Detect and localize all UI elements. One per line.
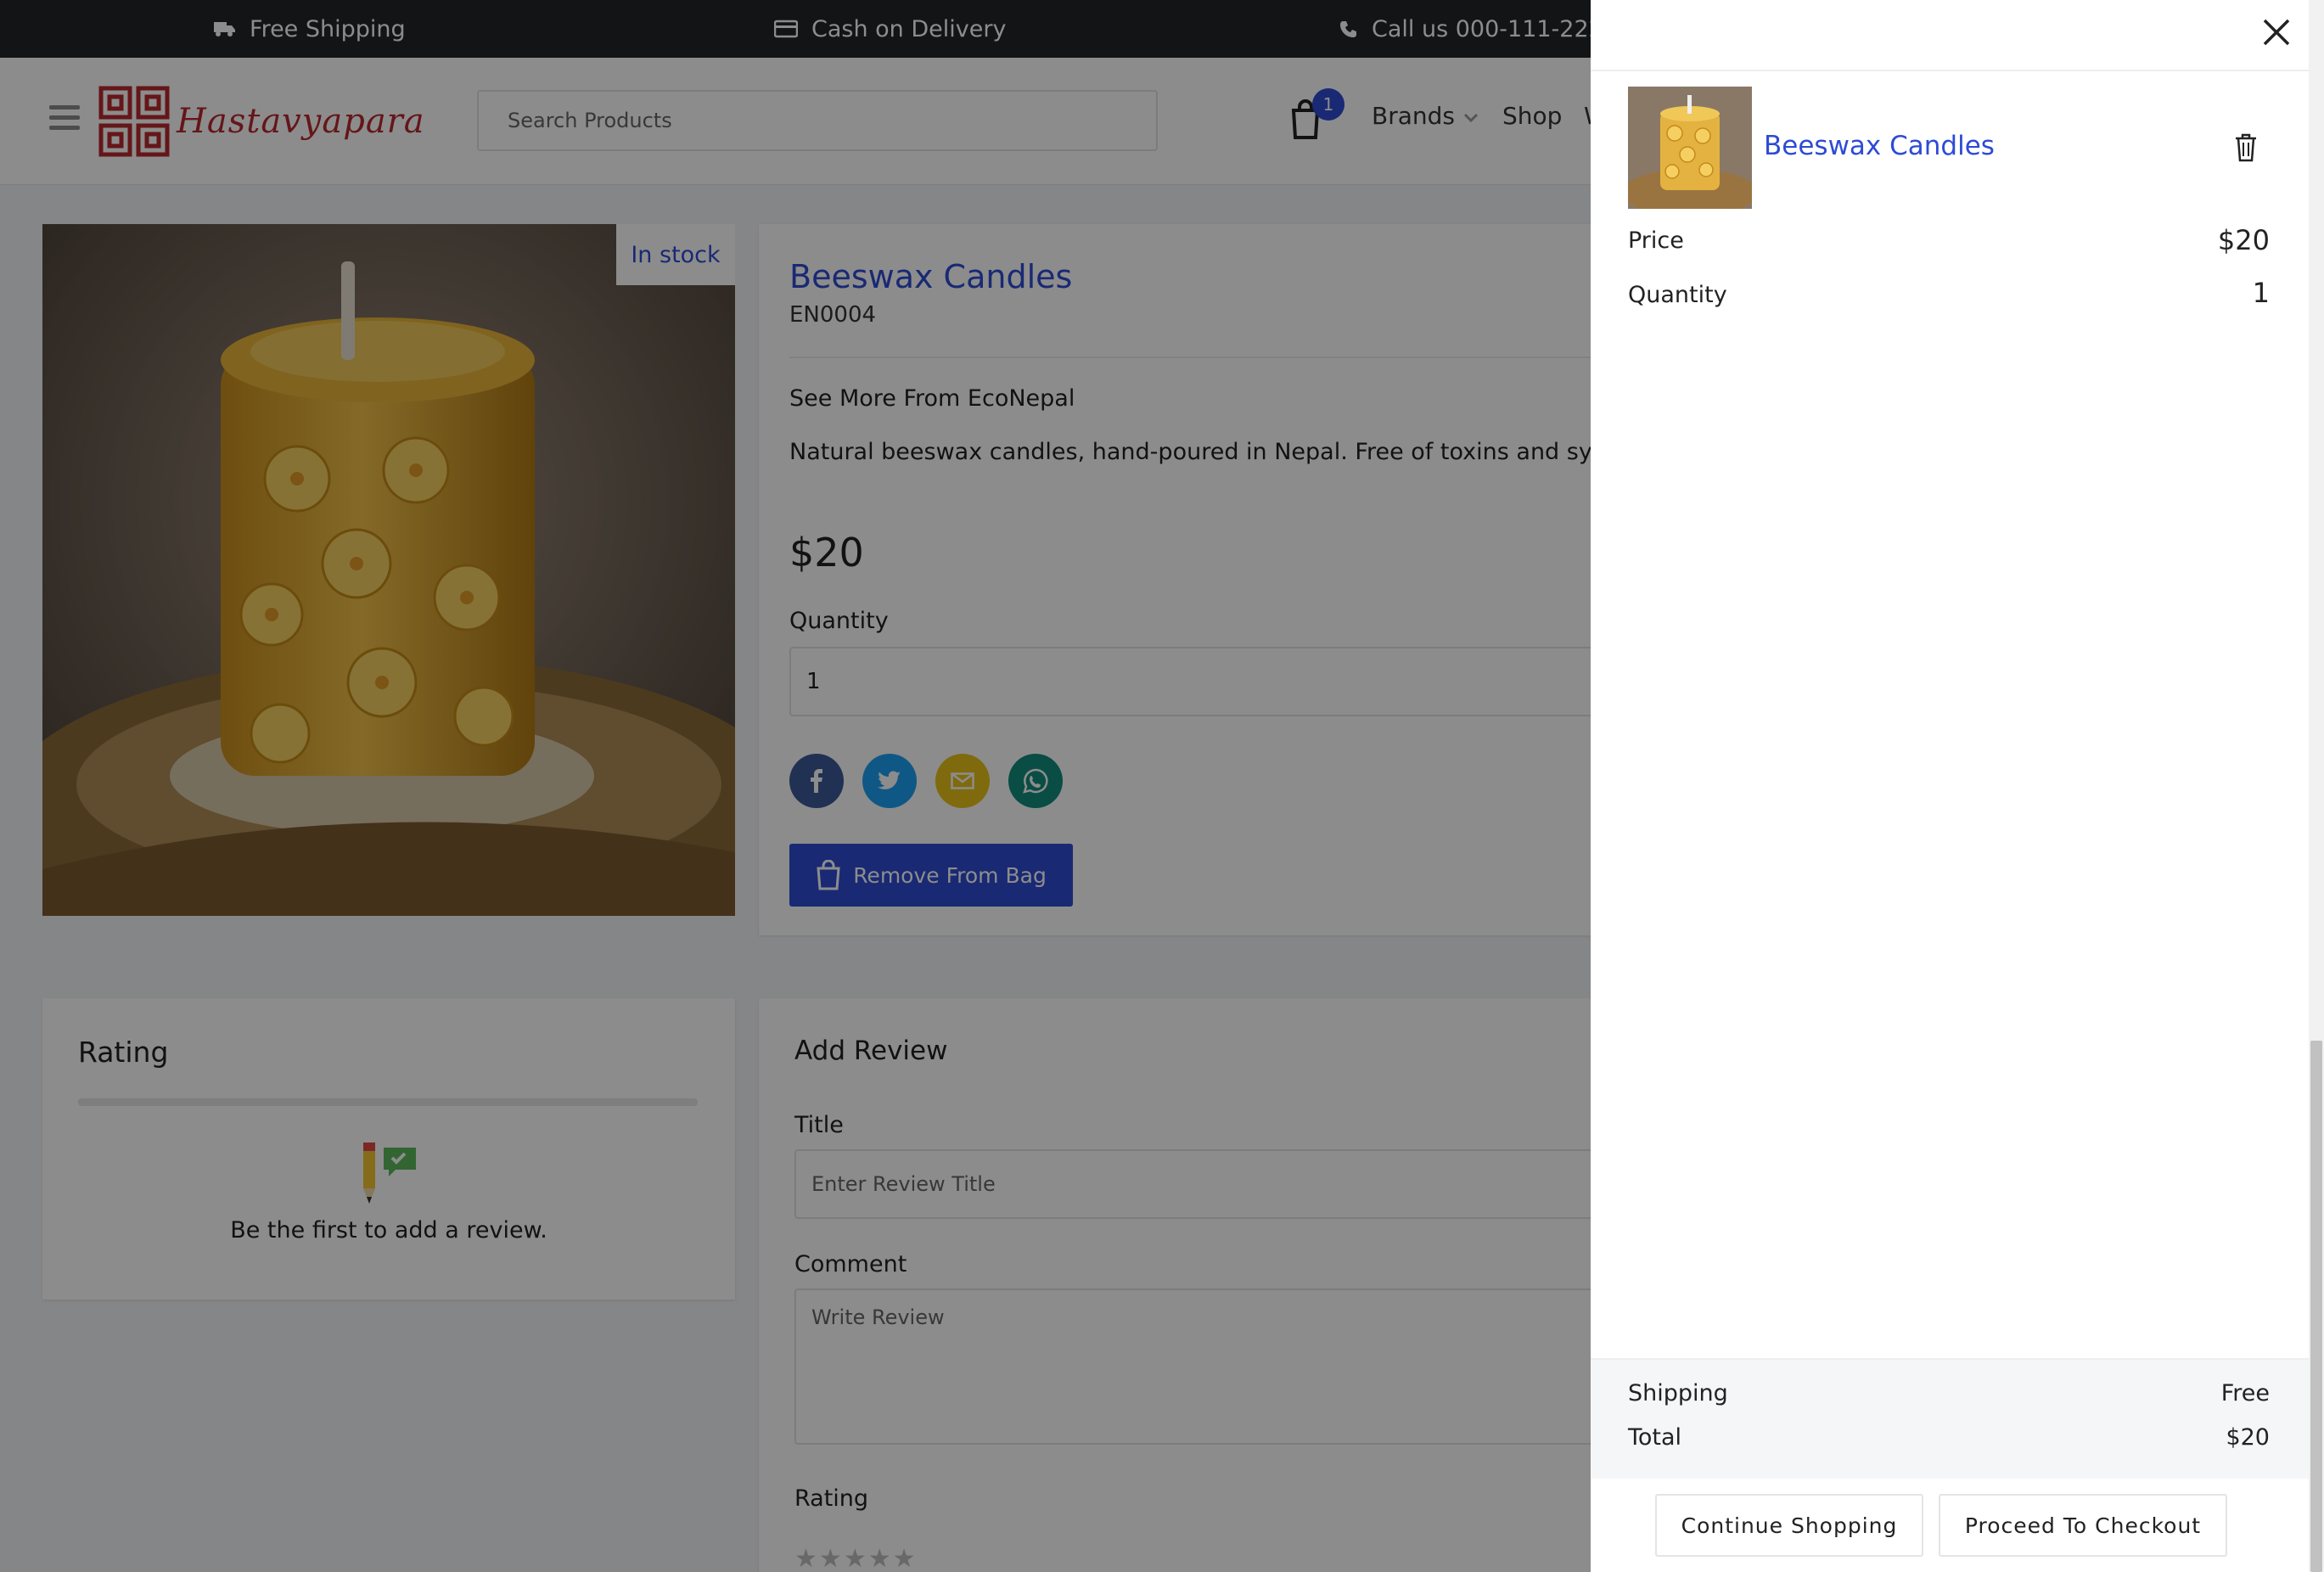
total-label: Total [1628,1424,1682,1451]
cart-drawer [1591,0,2309,1572]
cart-item-thumbnail[interactable] [1628,87,1752,209]
cart-item-name[interactable]: Beeswax Candles [1764,131,1995,161]
scrollbar-thumb[interactable] [2310,1041,2322,1572]
shipping-value: Free [2220,1380,2270,1406]
total-value: $20 [2226,1424,2270,1451]
close-icon[interactable] [2259,15,2293,49]
cart-price-label: Price [1628,227,1684,254]
cart-summary: Shipping Free Total $20 [1591,1358,2309,1479]
drawer-divider [1591,70,2309,71]
continue-shopping-button[interactable]: Continue Shopping [1655,1494,1923,1557]
cart-price-value: $20 [2217,224,2270,256]
candle-thumbnail [1628,87,1752,209]
proceed-to-checkout-button[interactable]: Proceed To Checkout [1939,1494,2227,1557]
modal-backdrop[interactable] [0,0,1591,1572]
cart-quantity-label: Quantity [1628,282,1727,308]
trash-icon[interactable] [2234,132,2258,163]
shipping-label: Shipping [1628,1380,1728,1406]
cart-quantity-value: 1 [2252,277,2270,309]
